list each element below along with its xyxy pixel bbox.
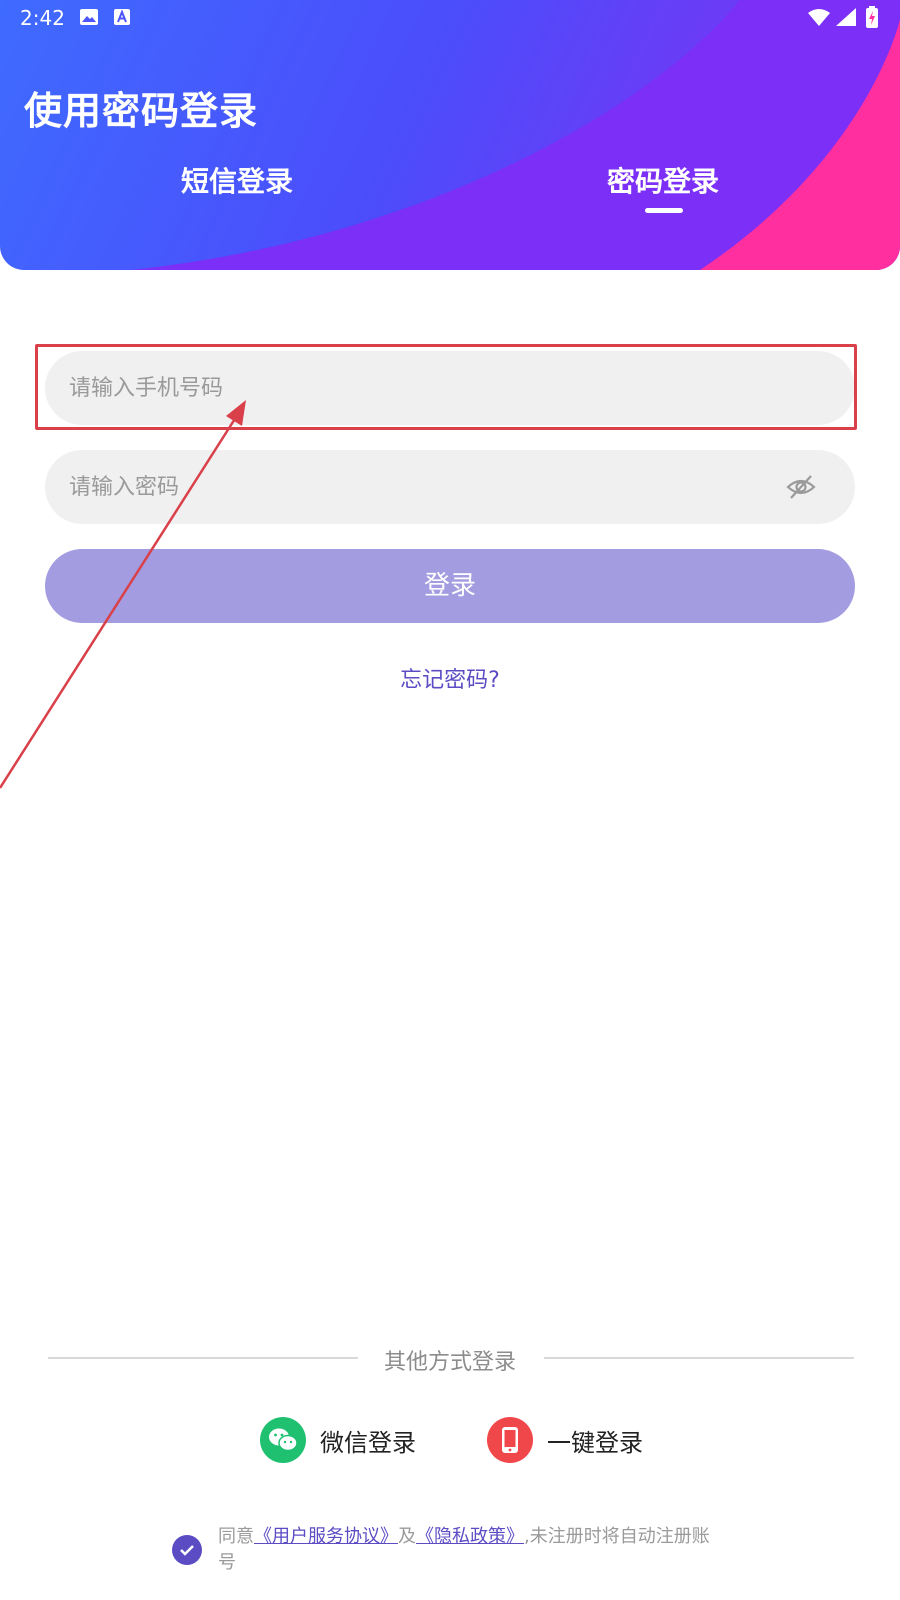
wechat-login-label: 微信登录: [320, 1428, 416, 1457]
agreement-text: 同意《用户服务协议》及《隐私政策》,未注册时将自动注册账号: [218, 1524, 718, 1576]
other-login-title: 其他方式登录: [383, 1350, 516, 1375]
eye-off-icon[interactable]: [786, 473, 816, 501]
tab-password-login-label: 密码登录: [606, 165, 719, 198]
active-tab-indicator: [645, 208, 683, 213]
signal-icon: [836, 8, 856, 26]
wechat-icon: [260, 1417, 306, 1463]
wechat-login-button[interactable]: 微信登录: [260, 1417, 416, 1463]
tab-sms-login-label: 短信登录: [180, 165, 293, 198]
password-input[interactable]: [45, 450, 855, 524]
divider-right: [544, 1357, 854, 1359]
agreement-and: 及: [398, 1526, 416, 1547]
login-tabs: 短信登录 密码登录: [0, 160, 900, 220]
phone-number-input[interactable]: [45, 351, 855, 425]
header-background: [130, 0, 900, 270]
wifi-icon: [808, 9, 830, 26]
status-bar: 2:42: [0, 0, 900, 36]
login-button[interactable]: 登录: [45, 549, 855, 623]
divider-left: [48, 1357, 358, 1359]
image-icon: [80, 9, 98, 25]
one-click-login-button[interactable]: 一键登录: [487, 1417, 643, 1463]
page-title: 使用密码登录: [24, 89, 259, 133]
a-box-icon: [114, 9, 130, 25]
agreement-checkbox[interactable]: [172, 1535, 202, 1565]
tab-sms-login[interactable]: 短信登录: [127, 160, 347, 220]
status-time: 2:42: [20, 6, 65, 30]
privacy-policy-link[interactable]: 《隐私政策》: [416, 1526, 524, 1547]
forgot-password-link[interactable]: 忘记密码?: [0, 662, 900, 694]
checkmark-icon: [180, 1545, 194, 1556]
one-click-login-label: 一键登录: [547, 1428, 643, 1457]
phone-icon: [487, 1417, 533, 1463]
battery-charging-icon: [866, 6, 878, 28]
tab-password-login[interactable]: 密码登录: [553, 160, 773, 220]
user-agreement-link[interactable]: 《用户服务协议》: [254, 1526, 398, 1547]
agreement-prefix: 同意: [218, 1526, 254, 1547]
header-banner: 2:42 使用密码登录 短信登录 密码登录: [0, 0, 900, 270]
